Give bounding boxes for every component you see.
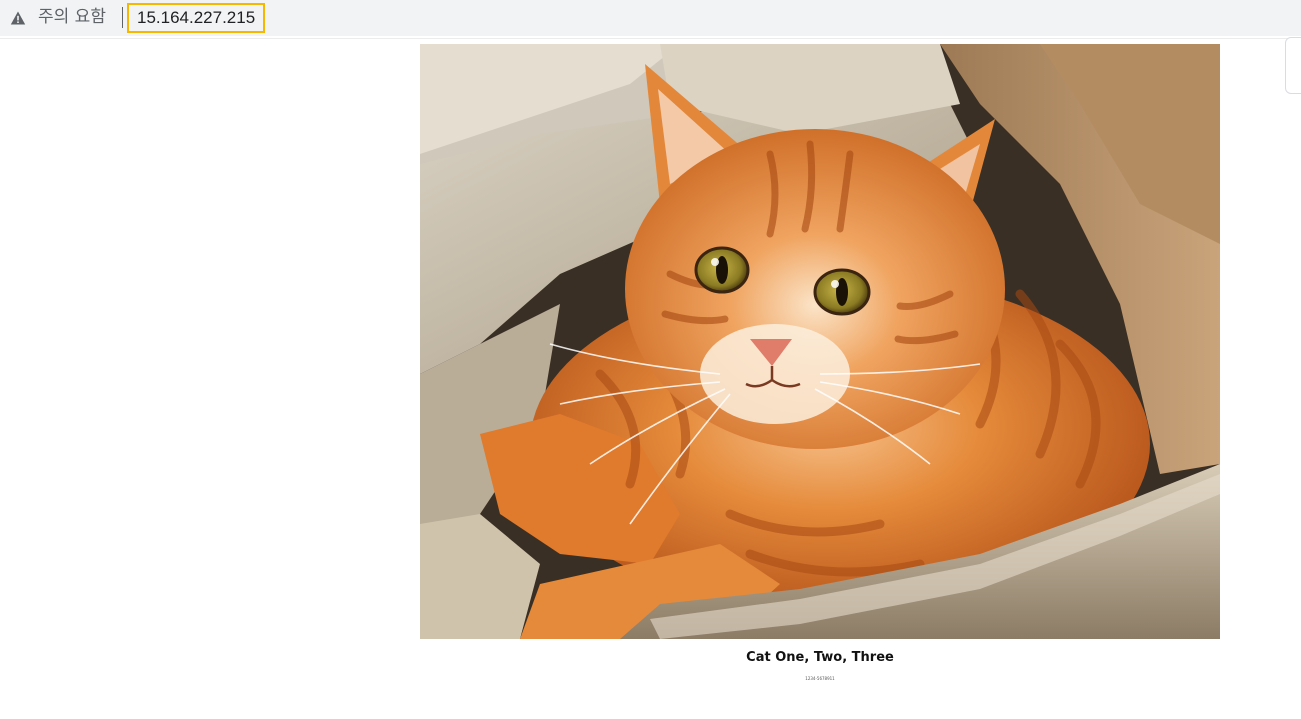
side-panel-tab[interactable] bbox=[1285, 37, 1301, 94]
cat-image bbox=[420, 44, 1220, 639]
security-warning-label[interactable]: 주의 요함 bbox=[38, 5, 106, 29]
url-text[interactable]: 15.164.227.215 bbox=[127, 3, 266, 33]
image-subcaption: 1234-5678911 bbox=[805, 676, 835, 681]
warning-icon[interactable] bbox=[10, 10, 26, 26]
toolbar-divider bbox=[0, 38, 1301, 39]
address-divider bbox=[122, 7, 123, 28]
browser-address-bar[interactable]: 주의 요함 15.164.227.215 bbox=[0, 0, 1301, 36]
image-caption: Cat One, Two, Three bbox=[746, 650, 894, 665]
